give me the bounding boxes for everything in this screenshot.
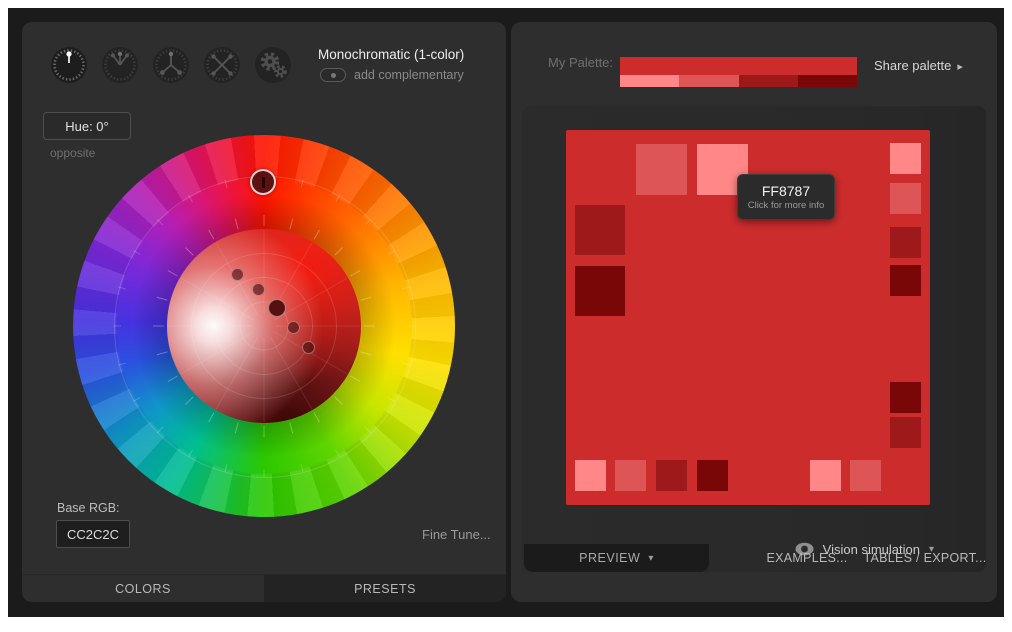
palette-variant-swatches[interactable] xyxy=(620,75,857,87)
disc-polar-grid xyxy=(167,229,361,423)
saturation-brightness-disc[interactable] xyxy=(167,229,361,423)
left-tab-bar: COLORS PRESETS xyxy=(22,574,506,602)
variant-color-handle[interactable] xyxy=(287,321,300,334)
mode-monochromatic-button[interactable] xyxy=(50,46,88,84)
mode-triad-button[interactable] xyxy=(152,46,190,84)
paletton-app: Monochromatic (1-color) add complementar… xyxy=(0,0,1012,632)
base-rgb-label: Base RGB: xyxy=(57,501,120,515)
adjacent-dial-icon xyxy=(101,46,139,84)
mono-dial-icon xyxy=(50,46,88,84)
variant-color-handle[interactable] xyxy=(231,268,244,281)
preview-swatch-square[interactable] xyxy=(636,144,687,195)
scheme-mode-row xyxy=(50,46,292,84)
preview-panel: My Palette: Share palette▸ FF8787 Click … xyxy=(511,22,997,602)
preview-swatch-square[interactable] xyxy=(890,382,921,413)
palette-variant-swatch[interactable] xyxy=(739,75,798,87)
tab-presets[interactable]: PRESETS xyxy=(264,575,506,602)
preview-swatch-square[interactable] xyxy=(575,460,606,491)
preview-swatch-square[interactable] xyxy=(890,417,921,448)
app-background: Monochromatic (1-color) add complementar… xyxy=(8,8,1004,617)
tab-colors[interactable]: COLORS xyxy=(22,575,264,602)
mode-tetrad-button[interactable] xyxy=(203,46,241,84)
preview-container: FF8787 Click for more info Vision simula… xyxy=(522,106,986,572)
tooltip-hex-value: FF8787 xyxy=(762,183,810,200)
preview-swatch-square[interactable] xyxy=(575,205,625,255)
share-arrow-icon: ▸ xyxy=(957,61,963,73)
palette-base-swatch[interactable] xyxy=(620,57,857,75)
preview-swatch-square[interactable] xyxy=(850,460,881,491)
my-palette-label: My Palette: xyxy=(548,55,613,70)
color-info-tooltip[interactable]: FF8787 Click for more info xyxy=(737,174,835,220)
hue-marker-handle[interactable] xyxy=(250,169,276,195)
tetrad-dial-icon xyxy=(203,46,241,84)
mode-freestyle-button[interactable] xyxy=(254,46,292,84)
base-color-handle[interactable] xyxy=(268,299,286,317)
preview-swatch-square[interactable] xyxy=(890,265,921,296)
freestyle-gears-icon xyxy=(254,46,292,84)
preview-swatch-square[interactable] xyxy=(890,227,921,258)
preview-swatch-square[interactable] xyxy=(810,460,841,491)
chevron-down-icon: ▾ xyxy=(648,553,654,564)
mode-adjacent-button[interactable] xyxy=(101,46,139,84)
example-preview-canvas[interactable]: FF8787 Click for more info xyxy=(566,130,930,505)
base-rgb-input[interactable] xyxy=(56,520,130,548)
preview-swatch-square[interactable] xyxy=(615,460,646,491)
preview-swatch-square[interactable] xyxy=(697,460,728,491)
add-complementary-toggle-icon[interactable] xyxy=(320,68,346,82)
tab-preview[interactable]: PREVIEW ▾ xyxy=(524,544,709,572)
triad-dial-icon xyxy=(152,46,190,84)
variant-color-handle[interactable] xyxy=(302,341,315,354)
palette-variant-swatch[interactable] xyxy=(620,75,679,87)
add-complementary-label: add complementary xyxy=(354,68,464,82)
palette-variant-swatch[interactable] xyxy=(798,75,857,87)
share-palette-link[interactable]: Share palette▸ xyxy=(874,58,963,73)
palette-variant-swatch[interactable] xyxy=(679,75,738,87)
variant-color-handle[interactable] xyxy=(252,283,265,296)
color-wheel[interactable] xyxy=(73,135,455,517)
preview-swatch-square[interactable] xyxy=(656,460,687,491)
tab-tables-export[interactable]: TABLES / EXPORT... xyxy=(850,544,1000,572)
color-wheel-panel: Monochromatic (1-color) add complementar… xyxy=(22,22,506,602)
preview-swatch-square[interactable] xyxy=(890,143,921,174)
fine-tune-link[interactable]: Fine Tune... xyxy=(422,527,491,542)
palette-strip[interactable] xyxy=(620,57,857,87)
tooltip-hint: Click for more info xyxy=(748,200,825,212)
add-complementary-control[interactable]: add complementary xyxy=(320,68,464,82)
scheme-title: Monochromatic (1-color) xyxy=(318,47,464,62)
preview-swatch-square[interactable] xyxy=(890,183,921,214)
preview-swatch-square[interactable] xyxy=(575,266,625,316)
